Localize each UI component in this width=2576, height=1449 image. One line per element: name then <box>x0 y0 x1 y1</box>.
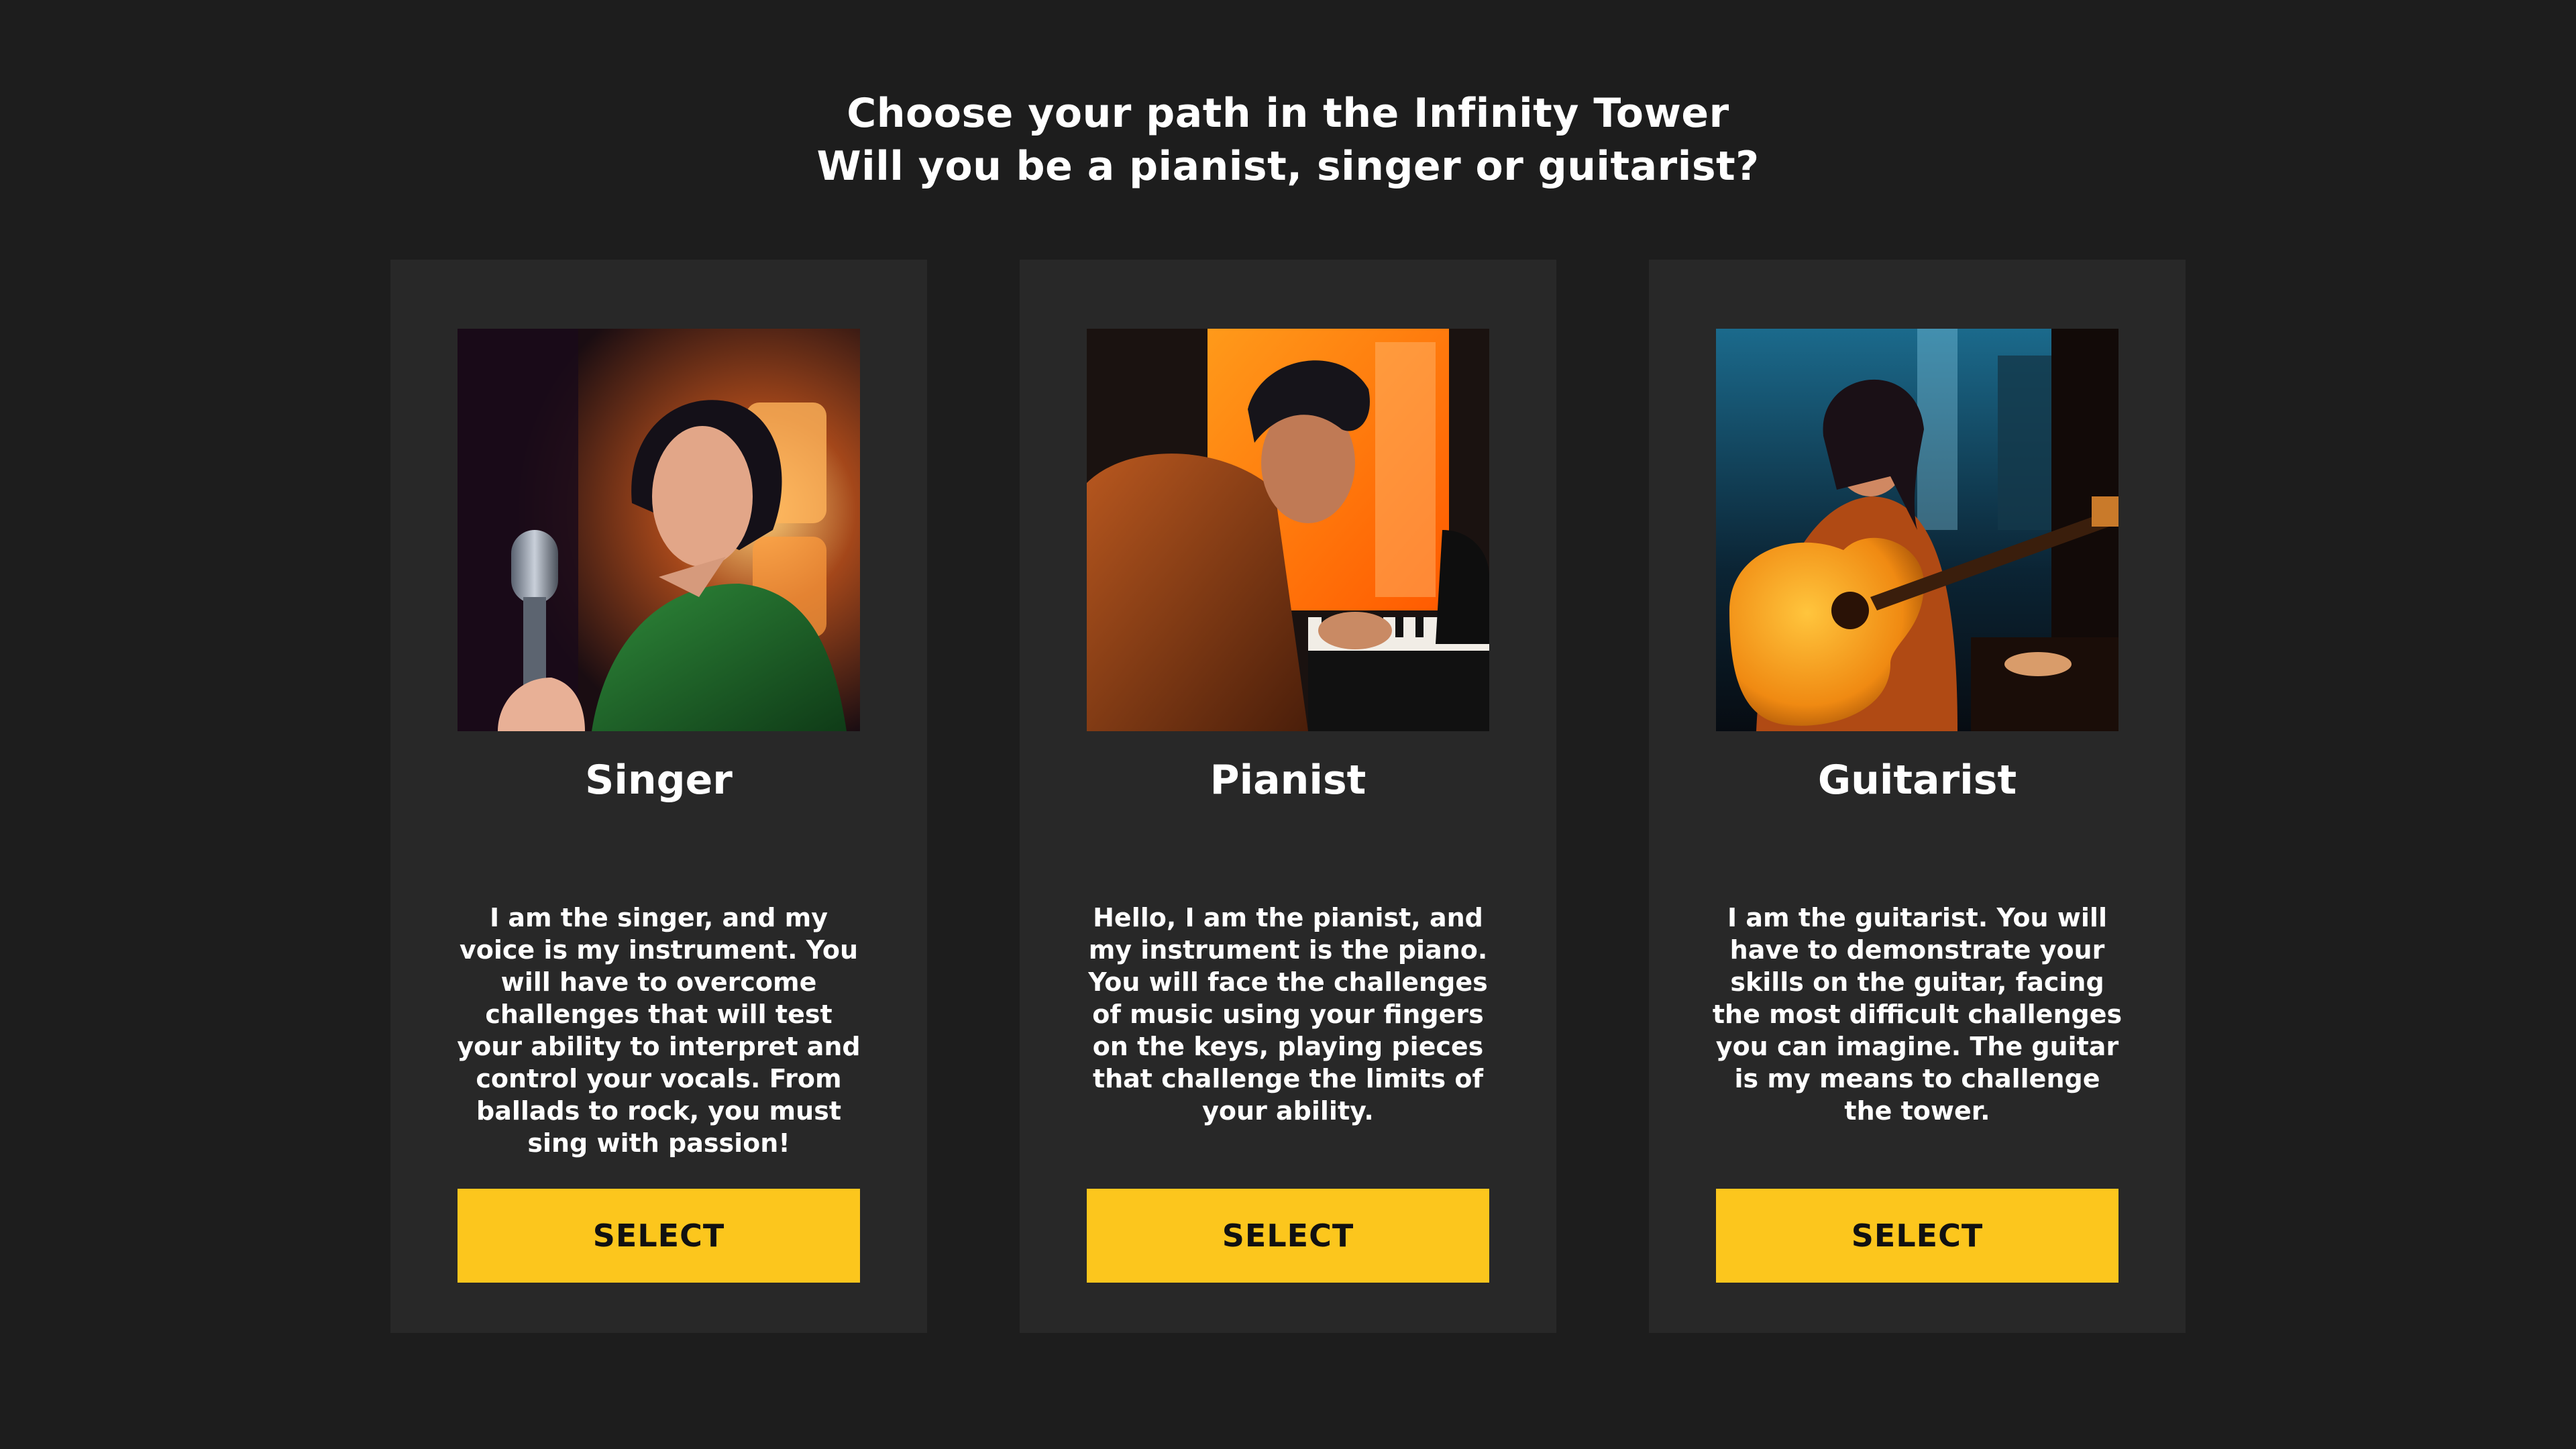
guitarist-portrait <box>1716 329 2118 731</box>
select-singer-button[interactable]: SELECT <box>458 1189 860 1283</box>
pianist-card: Pianist Hello, I am the pianist, and my … <box>1020 260 1556 1333</box>
guitarist-card: Guitarist I am the guitarist. You will h… <box>1649 260 2186 1333</box>
card-title: Singer <box>585 757 733 804</box>
character-select-screen: Choose your path in the Infinity Tower W… <box>0 0 2576 1449</box>
heading-line-2: Will you be a pianist, singer or guitari… <box>816 143 1760 190</box>
card-description: I am the guitarist. You will have to dem… <box>1712 903 2123 1126</box>
select-guitarist-button[interactable]: SELECT <box>1716 1189 2118 1283</box>
card-description: I am the singer, and my voice is my inst… <box>457 903 861 1158</box>
page-heading: Choose your path in the Infinity Tower W… <box>0 87 2576 193</box>
card-title: Pianist <box>1210 757 1366 804</box>
singer-portrait <box>458 329 860 731</box>
card-description: Hello, I am the pianist, and my instrume… <box>1088 903 1488 1126</box>
select-pianist-button[interactable]: SELECT <box>1087 1189 1489 1283</box>
pianist-portrait <box>1087 329 1489 731</box>
heading-line-1: Choose your path in the Infinity Tower <box>847 90 1729 137</box>
card-title: Guitarist <box>1817 757 2017 804</box>
singer-card: Singer I am the singer, and my voice is … <box>390 260 927 1333</box>
